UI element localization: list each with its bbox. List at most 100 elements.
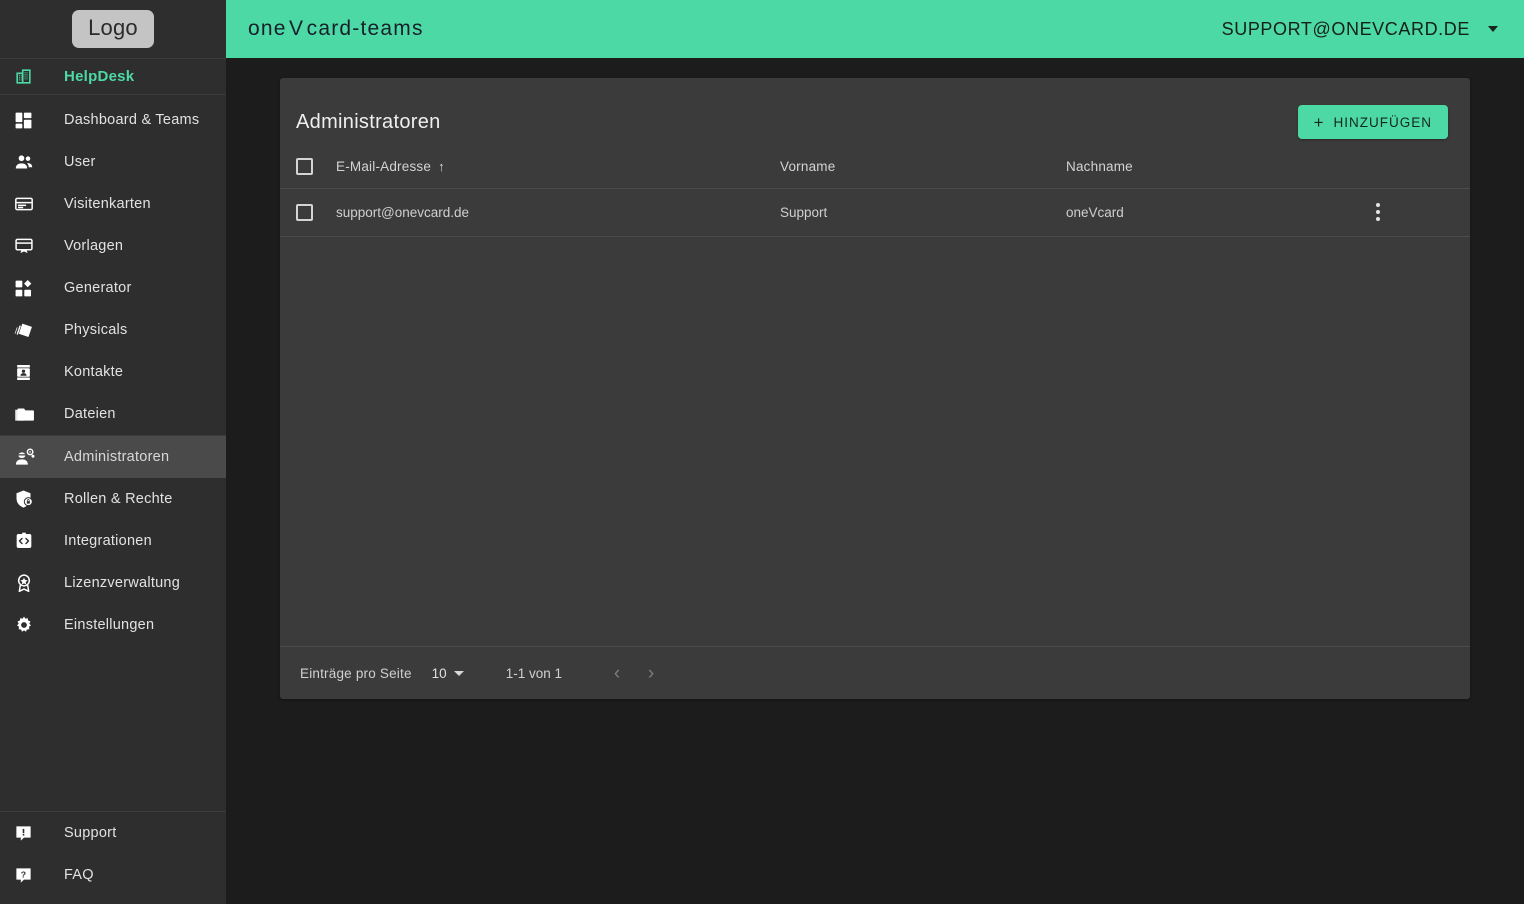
table-body: support@onevcard.de Support oneVcard: [280, 188, 1470, 237]
sidebar-item-label: Dashboard & Teams: [64, 112, 200, 128]
sidebar-item-dashboard-teams[interactable]: Dashboard & Teams: [0, 99, 226, 141]
cell-nachname: oneVcard: [1066, 188, 1366, 237]
add-button[interactable]: + HINZUFÜGEN: [1297, 105, 1448, 139]
prev-page-button[interactable]: ‹: [608, 664, 626, 683]
sidebar-item-dateien[interactable]: Dateien: [0, 393, 226, 435]
table-head: E-Mail-Adresse ↑ Vorname Nachname: [280, 146, 1470, 189]
logo-area: Logo: [0, 0, 226, 58]
sidebar-item-label: Dateien: [64, 406, 116, 422]
admin-user-gear-icon: [14, 446, 40, 468]
pagination-controls: ‹ ›: [608, 664, 660, 683]
sidebar-item-helpdesk[interactable]: HelpDesk: [0, 59, 226, 94]
svg-text:?: ?: [21, 869, 27, 879]
kebab-menu-icon[interactable]: [1366, 203, 1390, 221]
sidebar-item-kontakte[interactable]: Kontakte: [0, 351, 226, 393]
sidebar-item-administratoren[interactable]: Administratoren: [0, 436, 226, 478]
column-header-nachname[interactable]: Nachname: [1066, 146, 1366, 189]
sidebar-item-label: Support: [64, 825, 117, 841]
content-area: Administratoren + HINZUFÜGEN E-Mail-Adre…: [226, 58, 1524, 904]
table-row[interactable]: support@onevcard.de Support oneVcard: [280, 188, 1470, 237]
contact-card-icon: [14, 361, 40, 383]
faq-question-icon: ?: [14, 864, 40, 886]
brand-text-one: one: [248, 17, 287, 40]
business-card-icon: [14, 193, 40, 215]
sidebar-item-physicals[interactable]: Physicals: [0, 309, 226, 351]
brand-logo: one Vcard -teams: [248, 17, 424, 41]
sidebar-item-faq[interactable]: ? FAQ: [0, 854, 226, 896]
sort-asc-icon: ↑: [438, 159, 445, 175]
brand-text-teams: -teams: [352, 17, 424, 40]
cell-actions: [1366, 188, 1470, 237]
topbar: one Vcard -teams SUPPORT@ONEVCARD.DE: [226, 0, 1524, 58]
column-header-actions: [1366, 146, 1470, 189]
code-badge-icon: [14, 530, 40, 552]
sidebar-item-user[interactable]: User: [0, 141, 226, 183]
sidebar-item-label: Visitenkarten: [64, 196, 151, 212]
table-empty-space: [280, 237, 1470, 647]
building-icon: [14, 66, 40, 88]
per-page-select[interactable]: 10: [432, 666, 464, 681]
plus-icon: +: [1313, 112, 1325, 132]
sidebar-item-label: FAQ: [64, 867, 94, 883]
shield-lock-icon: [14, 488, 40, 510]
sidebar-item-vorlagen[interactable]: Vorlagen: [0, 225, 226, 267]
sidebar-item-label: Generator: [64, 280, 132, 296]
main-area: one Vcard -teams SUPPORT@ONEVCARD.DE Admin…: [226, 0, 1524, 904]
sidebar-item-label: Vorlagen: [64, 238, 124, 254]
add-button-label: HINZUFÜGEN: [1333, 114, 1432, 130]
sidebar-item-einstellungen[interactable]: Einstellungen: [0, 604, 226, 646]
sidebar-item-rollen-rechte[interactable]: Rollen & Rechte: [0, 478, 226, 520]
folder-icon: [14, 403, 40, 425]
sidebar-bottom-nav: Support ? FAQ: [0, 812, 226, 904]
column-header-vorname[interactable]: Vorname: [780, 146, 1066, 189]
chevron-down-icon: [453, 670, 464, 676]
table-header-row: E-Mail-Adresse ↑ Vorname Nachname: [280, 146, 1470, 189]
sidebar-item-label: Kontakte: [64, 364, 124, 380]
sidebar-item-label: Integrationen: [64, 533, 152, 549]
column-header-vorname-label: Vorname: [780, 159, 836, 175]
select-all-cell: [280, 146, 336, 189]
cards-stack-icon: [14, 319, 40, 341]
template-monitor-icon: [14, 235, 40, 257]
sidebar-item-label: Administratoren: [64, 449, 170, 465]
select-all-checkbox[interactable]: [296, 158, 313, 176]
cell-vorname: Support: [780, 188, 1066, 237]
table-footer: Einträge pro Seite 10 1-1 von 1 ‹ ›: [280, 646, 1470, 699]
generator-blocks-icon: [14, 277, 40, 299]
administrators-table: E-Mail-Adresse ↑ Vorname Nachname suppor…: [280, 146, 1470, 237]
sidebar-item-label-helpdesk: HelpDesk: [64, 68, 135, 85]
row-checkbox[interactable]: [296, 203, 313, 221]
per-page-label: Einträge pro Seite: [300, 665, 412, 681]
card-header: Administratoren + HINZUFÜGEN: [280, 78, 1470, 146]
sidebar-nav: Dashboard & Teams User Visitenkarten Vor…: [0, 95, 226, 646]
column-header-email[interactable]: E-Mail-Adresse ↑: [336, 146, 780, 189]
next-page-button[interactable]: ›: [642, 664, 660, 683]
users-icon: [14, 151, 40, 173]
sidebar-item-generator[interactable]: Generator: [0, 267, 226, 309]
brand-text-card: card: [306, 17, 353, 40]
sidebar-item-lizenzverwaltung[interactable]: Lizenzverwaltung: [0, 562, 226, 604]
sidebar-item-label: User: [64, 154, 96, 170]
row-select-cell: [280, 188, 336, 237]
support-chat-icon: [14, 822, 40, 844]
page-title: Administratoren: [296, 110, 441, 133]
account-menu[interactable]: SUPPORT@ONEVCARD.DE: [1222, 19, 1498, 40]
chevron-down-icon: [1488, 26, 1498, 32]
per-page-value: 10: [431, 665, 447, 681]
cell-email: support@onevcard.de: [336, 188, 780, 237]
logo[interactable]: Logo: [72, 10, 154, 48]
sidebar-item-label: Einstellungen: [64, 617, 155, 633]
dashboard-grid-icon: [14, 109, 40, 131]
brand-v-mark: V: [289, 17, 305, 40]
sidebar-item-integrationen[interactable]: Integrationen: [0, 520, 226, 562]
account-email: SUPPORT@ONEVCARD.DE: [1221, 18, 1470, 39]
gear-icon: [14, 614, 40, 636]
administrators-card: Administratoren + HINZUFÜGEN E-Mail-Adre…: [280, 78, 1470, 699]
sidebar-item-label: Rollen & Rechte: [64, 491, 173, 507]
column-header-nachname-label: Nachname: [1066, 159, 1133, 175]
column-header-email-label: E-Mail-Adresse: [336, 159, 432, 175]
license-award-icon: [14, 572, 40, 594]
sidebar-item-support[interactable]: Support: [0, 812, 226, 854]
sidebar-item-visitenkarten[interactable]: Visitenkarten: [0, 183, 226, 225]
